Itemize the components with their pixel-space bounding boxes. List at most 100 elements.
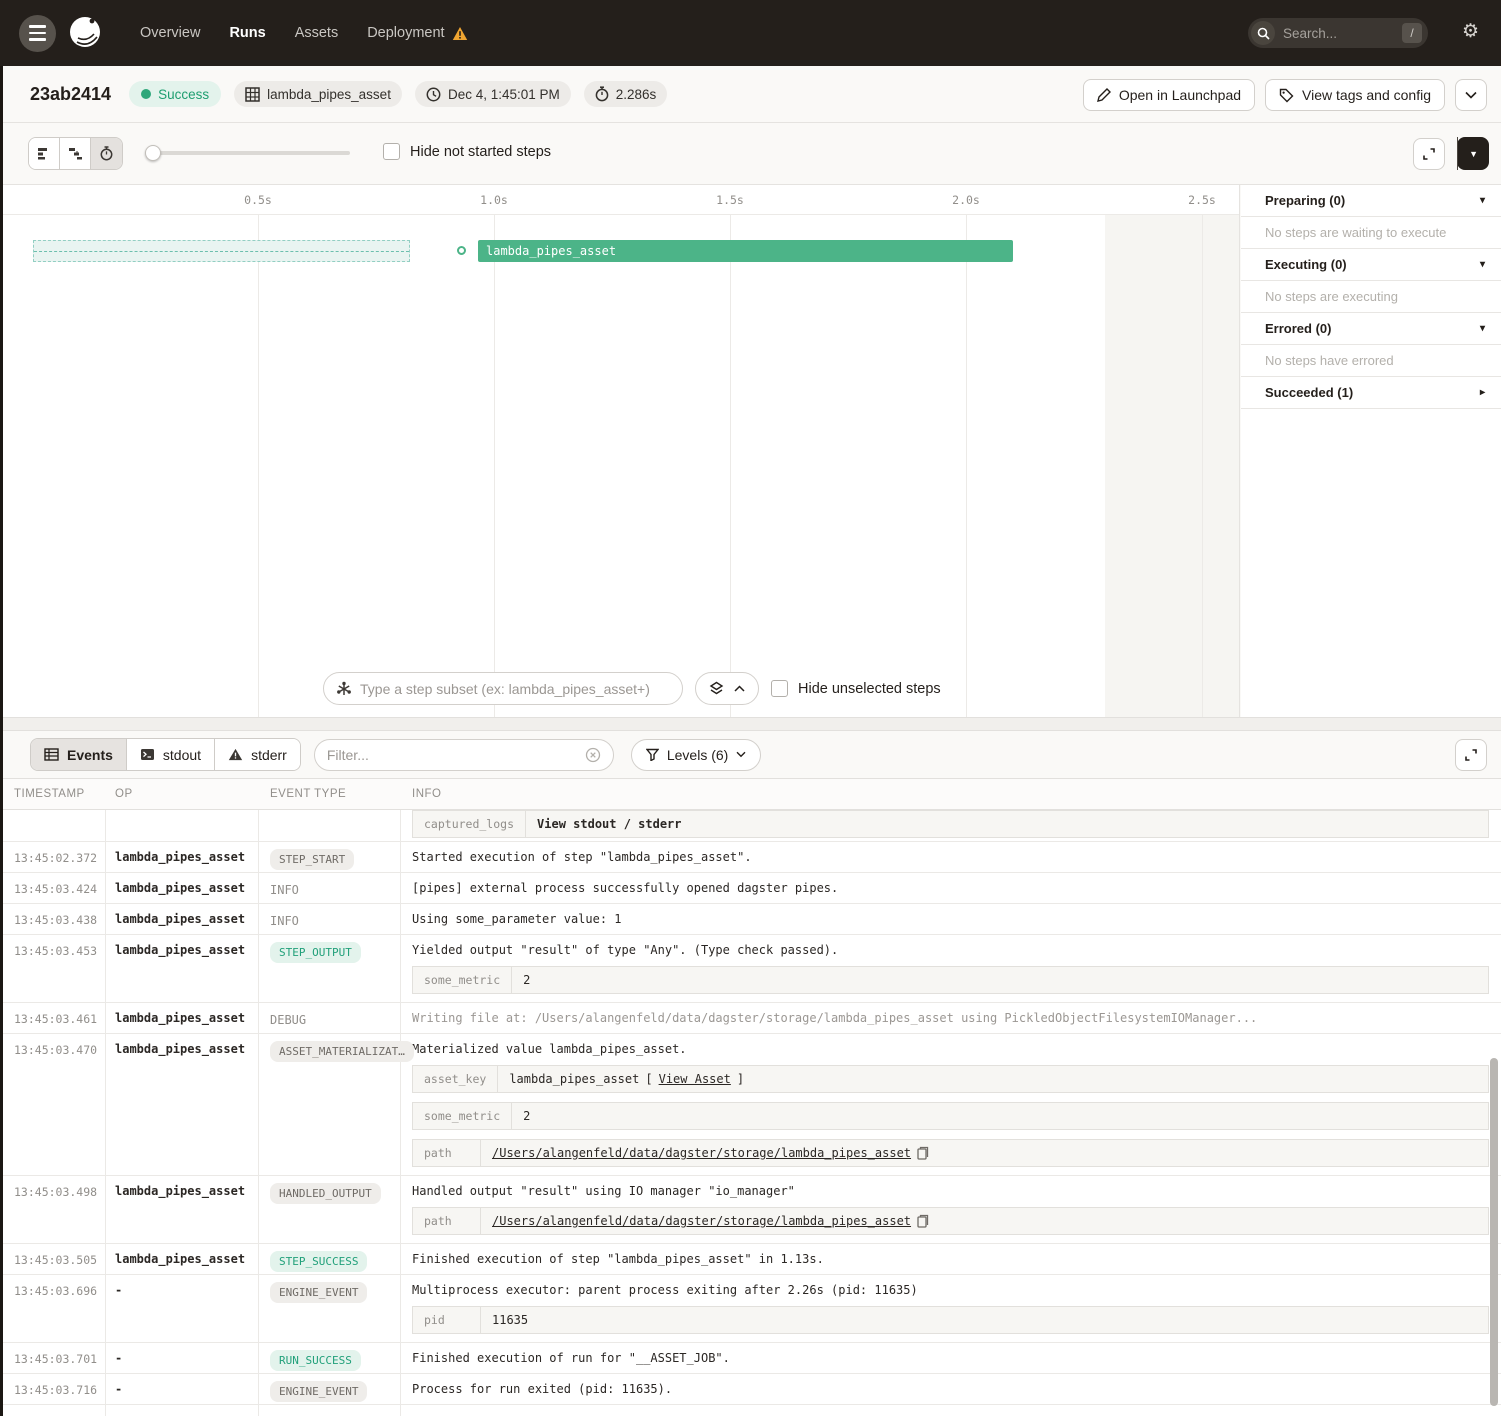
log-row[interactable]: 13:45:03.438lambda_pipes_assetINFOUsing … <box>0 904 1501 935</box>
expand-icon <box>1464 748 1478 762</box>
copy-icon[interactable] <box>917 1146 929 1160</box>
log-row[interactable]: 13:45:03.453lambda_pipes_assetSTEP_OUTPU… <box>0 935 1501 1003</box>
log-event-type: ENGINE_EVENT <box>270 1281 367 1303</box>
tab-stderr[interactable]: stderr <box>215 739 300 770</box>
asset-grid-icon <box>245 87 260 102</box>
metadata-value-text: View stdout / stderr <box>537 817 682 831</box>
log-timestamp[interactable]: 13:45:03.701 <box>14 1352 97 1366</box>
log-timestamp[interactable]: 13:45:03.716 <box>14 1383 97 1397</box>
nav-item-overview[interactable]: Overview <box>140 25 200 41</box>
clear-filter-icon[interactable] <box>585 747 601 763</box>
log-timestamp[interactable]: 13:45:03.438 <box>14 913 97 927</box>
log-row[interactable]: captured_logsView stdout / stderr <box>0 810 1501 842</box>
gantt-prep-range <box>33 240 410 262</box>
log-row[interactable]: 13:45:03.696-ENGINE_EVENTMultiprocess ex… <box>0 1275 1501 1343</box>
panel-splitter[interactable] <box>0 717 1501 731</box>
hide-unselected-checkbox[interactable] <box>771 680 788 697</box>
nav-item-runs[interactable]: Runs <box>229 25 265 41</box>
sidebar-section-succeeded[interactable]: Succeeded (1)▸ <box>1241 377 1501 409</box>
view-tags-config-button[interactable]: View tags and config <box>1265 79 1445 111</box>
log-row[interactable]: 13:45:03.461lambda_pipes_assetDEBUGWriti… <box>0 1003 1501 1034</box>
log-timestamp[interactable]: 13:45:03.453 <box>14 944 97 958</box>
log-message: Finished execution of run for "__ASSET_J… <box>412 1351 1489 1365</box>
hamburger-menu-icon[interactable] <box>19 15 56 52</box>
reexecute-dropdown-caret[interactable]: ▼ <box>1457 137 1489 170</box>
gantt-step-bar[interactable]: lambda_pipes_asset <box>478 240 1013 262</box>
log-timestamp[interactable]: 13:45:03.470 <box>14 1043 97 1057</box>
event-type-badge: STEP_SUCCESS <box>270 1251 367 1272</box>
nav-item-assets[interactable]: Assets <box>295 25 339 41</box>
log-op-name: lambda_pipes_asset <box>115 881 245 895</box>
tab-events[interactable]: Events <box>31 739 127 770</box>
nav-item-deployment[interactable]: Deployment <box>367 25 467 41</box>
search-input[interactable]: Search... / <box>1248 18 1428 48</box>
step-status-sidebar: Preparing (0)▾No steps are waiting to ex… <box>1241 185 1501 717</box>
view-mode-waterfall-icon[interactable] <box>60 138 91 169</box>
job-chip[interactable]: lambda_pipes_asset <box>234 81 402 107</box>
log-timestamp[interactable]: 13:45:03.498 <box>14 1185 97 1199</box>
log-info-cell: Started execution of step "lambda_pipes_… <box>412 842 1501 872</box>
log-fullscreen-button[interactable] <box>1455 739 1487 771</box>
hide-not-started-checkbox[interactable] <box>383 143 400 160</box>
sidebar-section-errored[interactable]: Errored (0)▾ <box>1241 313 1501 345</box>
step-subset-input[interactable]: Type a step subset (ex: lambda_pipes_ass… <box>323 672 683 705</box>
log-timestamp[interactable]: 13:45:03.461 <box>14 1012 97 1026</box>
log-filter-input[interactable]: Filter... <box>314 739 614 771</box>
log-event-type: DEBUG <box>270 1009 306 1028</box>
sidebar-section-preparing[interactable]: Preparing (0)▾ <box>1241 185 1501 217</box>
log-info-cell: captured_logsView stdout / stderr <box>412 810 1501 842</box>
log-row[interactable]: 13:45:03.498lambda_pipes_assetHANDLED_OU… <box>0 1176 1501 1244</box>
view-asset-link[interactable]: View Asset <box>659 1072 731 1086</box>
log-timestamp[interactable]: 13:45:03.424 <box>14 882 97 896</box>
datetime-chip[interactable]: Dec 4, 1:45:01 PM <box>415 81 571 107</box>
zoom-slider-knob[interactable] <box>145 145 161 161</box>
log-row[interactable]: 13:45:03.701-RUN_SUCCESSFinished executi… <box>0 1343 1501 1374</box>
dagster-logo-icon[interactable] <box>64 12 106 54</box>
metadata-table: captured_logsView stdout / stderr <box>412 810 1489 838</box>
settings-gear-icon[interactable]: ⚙ <box>1462 22 1479 41</box>
log-row[interactable]: 13:45:03.716-ENGINE_EVENTProcess for run… <box>0 1374 1501 1405</box>
log-timestamp[interactable]: 13:45:02.372 <box>14 851 97 865</box>
log-row[interactable]: 13:45:03.424lambda_pipes_assetINFO[pipes… <box>0 873 1501 904</box>
log-op-name: lambda_pipes_asset <box>115 943 245 957</box>
sidebar-section-executing[interactable]: Executing (0)▾ <box>1241 249 1501 281</box>
search-placeholder: Search... <box>1283 26 1402 41</box>
axis-gridline <box>494 215 495 717</box>
view-mode-flat-icon[interactable] <box>29 138 60 169</box>
status-badge: Success <box>129 81 221 107</box>
metadata-path-link[interactable]: /Users/alangenfeld/data/dagster/storage/… <box>492 1146 911 1160</box>
axis-gridline <box>258 215 259 717</box>
reexecute-all-button[interactable]: Re-execute all (*) ▼ <box>1457 137 1489 170</box>
zoom-slider[interactable] <box>145 151 350 155</box>
log-scrollbar-thumb[interactable] <box>1490 1058 1498 1406</box>
metadata-path-link[interactable]: /Users/alangenfeld/data/dagster/storage/… <box>492 1214 911 1228</box>
levels-filter-button[interactable]: Levels (6) <box>631 739 761 771</box>
log-row[interactable]: 13:45:03.505 lambda_pipes_asset STEP_SUCCE… <box>0 1244 1501 1275</box>
open-in-launchpad-button[interactable]: Open in Launchpad <box>1083 79 1255 111</box>
axis-tick-label: 2.5s <box>1188 193 1216 207</box>
stopwatch-icon <box>595 86 609 102</box>
log-row[interactable]: 13:45:02.372lambda_pipes_assetSTEP_START… <box>0 842 1501 873</box>
duration-chip: 2.286s <box>584 81 668 107</box>
event-type-badge: HANDLED_OUTPUT <box>270 1183 381 1204</box>
metadata-key: some_metric <box>413 1103 512 1129</box>
log-row[interactable]: 13:45:03.470lambda_pipes_assetASSET_MATE… <box>0 1034 1501 1176</box>
log-timestamp[interactable]: 13:45:03.505 <box>14 1253 97 1267</box>
sidebar-section-label: Succeeded (1) <box>1265 385 1353 400</box>
log-message: Writing file at: /Users/alangenfeld/data… <box>412 1011 1489 1025</box>
gantt-fullscreen-button[interactable] <box>1413 138 1445 170</box>
clock-icon <box>426 87 441 102</box>
log-toolbar: Events stdout stderr Filter... <box>0 731 1501 778</box>
run-actions-dropdown-button[interactable] <box>1455 79 1487 111</box>
log-timestamp[interactable]: 13:45:03.696 <box>14 1284 97 1298</box>
search-shortcut-key: / <box>1402 23 1422 43</box>
log-message: Process for run exited (pid: 11635). <box>412 1382 1489 1396</box>
axis-tick-label: 0.5s <box>244 193 272 207</box>
log-op-name: lambda_pipes_asset <box>115 1252 245 1266</box>
view-mode-timed-icon[interactable] <box>91 138 122 169</box>
graph-options-button[interactable] <box>695 672 759 705</box>
log-message: [pipes] external process successfully op… <box>412 881 1489 895</box>
copy-icon[interactable] <box>917 1214 929 1228</box>
tab-stdout[interactable]: stdout <box>127 739 215 770</box>
event-type-badge: STEP_START <box>270 849 354 870</box>
